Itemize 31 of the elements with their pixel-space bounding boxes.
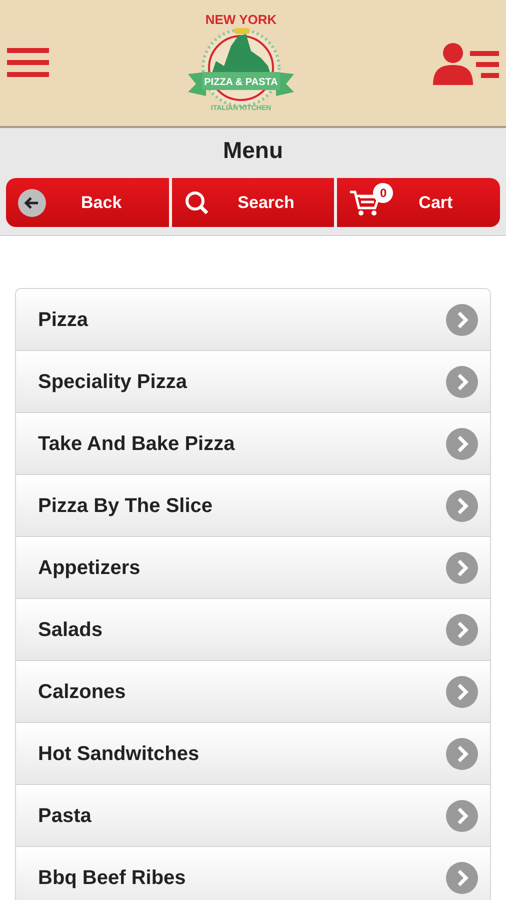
- category-label: Pizza: [38, 308, 88, 332]
- chevron-right-icon: [446, 552, 478, 584]
- cart-count-badge: 0: [373, 182, 394, 202]
- category-label: Appetizers: [38, 556, 140, 580]
- cart-button[interactable]: 0 Cart: [337, 178, 500, 227]
- category-label: Take And Bake Pizza: [38, 432, 235, 456]
- logo-top-text: NEW YORK: [205, 12, 277, 26]
- chevron-right-icon: [446, 304, 478, 336]
- search-icon: [184, 190, 210, 216]
- category-label: Speciality Pizza: [38, 370, 187, 394]
- menu-icon[interactable]: [7, 48, 49, 78]
- user-list-icon[interactable]: [433, 40, 499, 86]
- category-label: Pasta: [38, 804, 92, 828]
- category-label: Calzones: [38, 680, 126, 704]
- menu-category-item[interactable]: Pizza: [16, 289, 490, 351]
- page-title: Menu: [222, 136, 284, 165]
- category-label: Salads: [38, 618, 102, 642]
- chevron-right-icon: [446, 676, 478, 708]
- chevron-right-icon: [446, 428, 478, 460]
- chevron-right-icon: [446, 862, 478, 894]
- search-button[interactable]: Search: [172, 178, 334, 227]
- chevron-right-icon: [446, 490, 478, 522]
- category-label: Pizza By The Slice: [38, 494, 213, 518]
- chevron-right-icon: [446, 800, 478, 832]
- chevron-right-icon: [446, 738, 478, 770]
- chevron-right-icon: [446, 366, 478, 398]
- category-label: Bbq Beef Ribes: [38, 866, 186, 890]
- logo-banner-text: PIZZA & PASTA: [204, 76, 278, 88]
- back-button[interactable]: Back: [6, 178, 169, 227]
- chevron-right-icon: [446, 614, 478, 646]
- category-label: Hot Sandwitches: [38, 742, 200, 766]
